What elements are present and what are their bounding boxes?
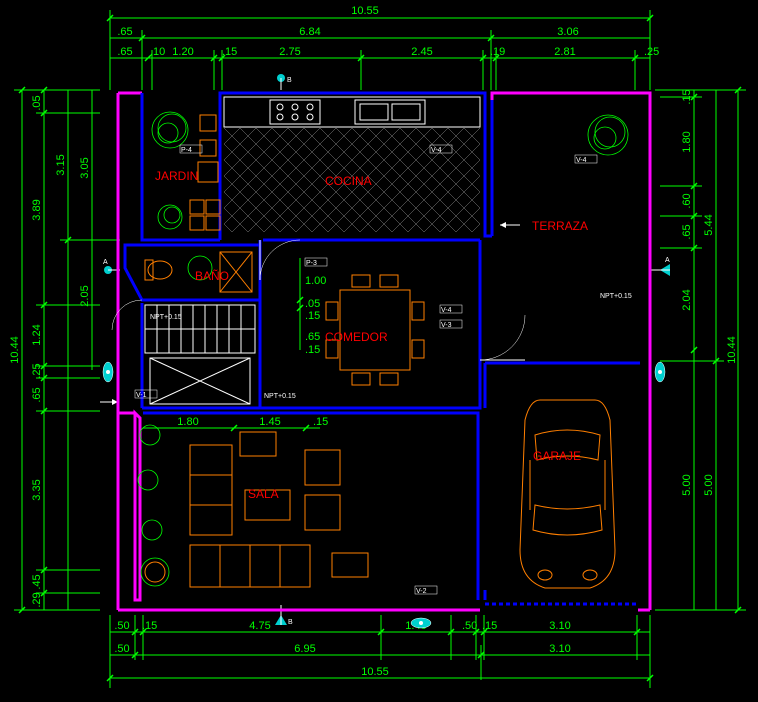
svg-text:V-4: V-4 <box>441 307 452 314</box>
svg-text:6.95: 6.95 <box>294 643 315 655</box>
svg-text:1.45: 1.45 <box>259 416 280 428</box>
plant-jardin-2 <box>158 205 182 229</box>
npt-label-1: NPT+0.15 <box>150 314 182 321</box>
view-marker-left <box>103 362 113 382</box>
plant-jardin-1 <box>152 112 188 148</box>
direction-arrow-terraza <box>500 222 520 228</box>
label-comedor: COMEDOR <box>325 330 388 344</box>
sala-furniture <box>190 432 368 587</box>
svg-text:1.80: 1.80 <box>177 416 198 428</box>
svg-text:4.75: 4.75 <box>249 620 270 632</box>
svg-text:5.00: 5.00 <box>681 474 693 495</box>
svg-text:10.44: 10.44 <box>726 336 738 364</box>
svg-text:3.89: 3.89 <box>31 199 43 220</box>
svg-text:3.15: 3.15 <box>55 154 67 175</box>
svg-text:V-4: V-4 <box>431 147 442 154</box>
svg-text:1.80: 1.80 <box>681 131 693 152</box>
label-cocina: COCINA <box>325 174 372 188</box>
section-marker-a-right: A <box>650 257 670 276</box>
svg-text:.15: .15 <box>305 310 320 322</box>
svg-text:.45: .45 <box>31 574 43 589</box>
svg-text:.65: .65 <box>117 46 132 58</box>
svg-text:V-4: V-4 <box>576 157 587 164</box>
svg-text:V-1: V-1 <box>136 392 147 399</box>
svg-text:V-3: V-3 <box>441 322 452 329</box>
svg-text:2.04: 2.04 <box>681 289 693 310</box>
view-marker-right <box>655 362 665 382</box>
svg-text:.65: .65 <box>31 387 43 402</box>
interior-bottom-dims: 1.80 1.45 .15 <box>143 416 328 431</box>
svg-text:B: B <box>287 77 292 84</box>
svg-text:10.55: 10.55 <box>361 666 389 678</box>
plant-terraza <box>588 115 628 155</box>
label-jardin: JARDIN <box>155 169 198 183</box>
svg-text:.65: .65 <box>681 224 693 239</box>
svg-text:P-3: P-3 <box>306 260 317 267</box>
svg-text:B: B <box>288 619 293 626</box>
svg-text:.60: .60 <box>681 193 693 208</box>
section-marker-b-top: B <box>277 74 292 90</box>
label-bano: BAÑO <box>195 269 229 283</box>
svg-text:3.06: 3.06 <box>557 26 578 38</box>
label-garaje: GARAJE <box>533 449 581 463</box>
right-dim-col2: 5.44 5.00 <box>660 90 724 610</box>
svg-text:.50: .50 <box>114 643 129 655</box>
cocina-counter <box>224 97 480 127</box>
view-marker-bottom <box>411 618 431 628</box>
svg-text:.65: .65 <box>305 331 320 343</box>
svg-text:.15: .15 <box>313 416 328 428</box>
plant-sala-1 <box>138 425 162 540</box>
svg-text:A: A <box>103 259 108 266</box>
npt-label-2: NPT+0.15 <box>264 393 296 400</box>
svg-text:.15: .15 <box>305 344 320 356</box>
bottom-dim-overall: 10.55 <box>107 615 653 688</box>
svg-text:.29: .29 <box>31 592 43 607</box>
svg-text:5.44: 5.44 <box>703 214 715 235</box>
svg-text:3.35: 3.35 <box>31 479 43 500</box>
interior-center-dims: 1.00 .05 .15 .65 .15 <box>297 258 326 356</box>
garage-car <box>520 400 615 588</box>
svg-text:.05: .05 <box>305 298 320 310</box>
svg-text:1.20: 1.20 <box>172 46 193 58</box>
svg-text:P-4: P-4 <box>181 147 192 154</box>
svg-text:3.10: 3.10 <box>549 620 570 632</box>
svg-text:10.44: 10.44 <box>9 336 21 364</box>
label-sala: SALA <box>248 487 279 501</box>
svg-text:2.05: 2.05 <box>79 285 91 306</box>
svg-text:2.45: 2.45 <box>411 46 432 58</box>
left-dim-inner: 3.15 2.05 3.05 <box>55 90 120 610</box>
svg-text:2.81: 2.81 <box>554 46 575 58</box>
floor-plan: 10.55 .65 6.84 3.06 .65 .10 1.20 .15 2.7… <box>0 0 758 702</box>
svg-text:V-2: V-2 <box>416 588 427 595</box>
svg-text:2.75: 2.75 <box>279 46 300 58</box>
svg-text:1.24: 1.24 <box>31 324 43 345</box>
svg-text:3.05: 3.05 <box>79 157 91 178</box>
svg-text:3.10: 3.10 <box>549 643 570 655</box>
right-dim-overall: 10.44 <box>655 87 746 613</box>
label-terraza: TERRAZA <box>532 219 588 233</box>
svg-text:.05: .05 <box>31 95 43 110</box>
svg-text:.65: .65 <box>117 26 132 38</box>
svg-text:6.84: 6.84 <box>299 26 320 38</box>
right-dim-col1: .15 1.80 .60 .65 2.04 5.00 <box>660 89 702 610</box>
plant-sala-circle <box>141 558 169 586</box>
svg-text:1.00: 1.00 <box>305 275 326 287</box>
top-dim-row2: .65 .10 1.20 .15 2.75 2.45 .19 2.81 .25 <box>110 46 659 90</box>
section-marker-b-bottom: B <box>275 605 293 626</box>
svg-text:5.00: 5.00 <box>703 474 715 495</box>
dim-overall-w: 10.55 <box>351 5 379 17</box>
npt-label-3: NPT+0.15 <box>600 293 632 300</box>
svg-text:.50: .50 <box>462 620 477 632</box>
svg-text:.50: .50 <box>114 620 129 632</box>
direction-arrow-left <box>100 399 118 405</box>
svg-text:A: A <box>665 257 670 264</box>
svg-text:.25: .25 <box>644 46 659 58</box>
